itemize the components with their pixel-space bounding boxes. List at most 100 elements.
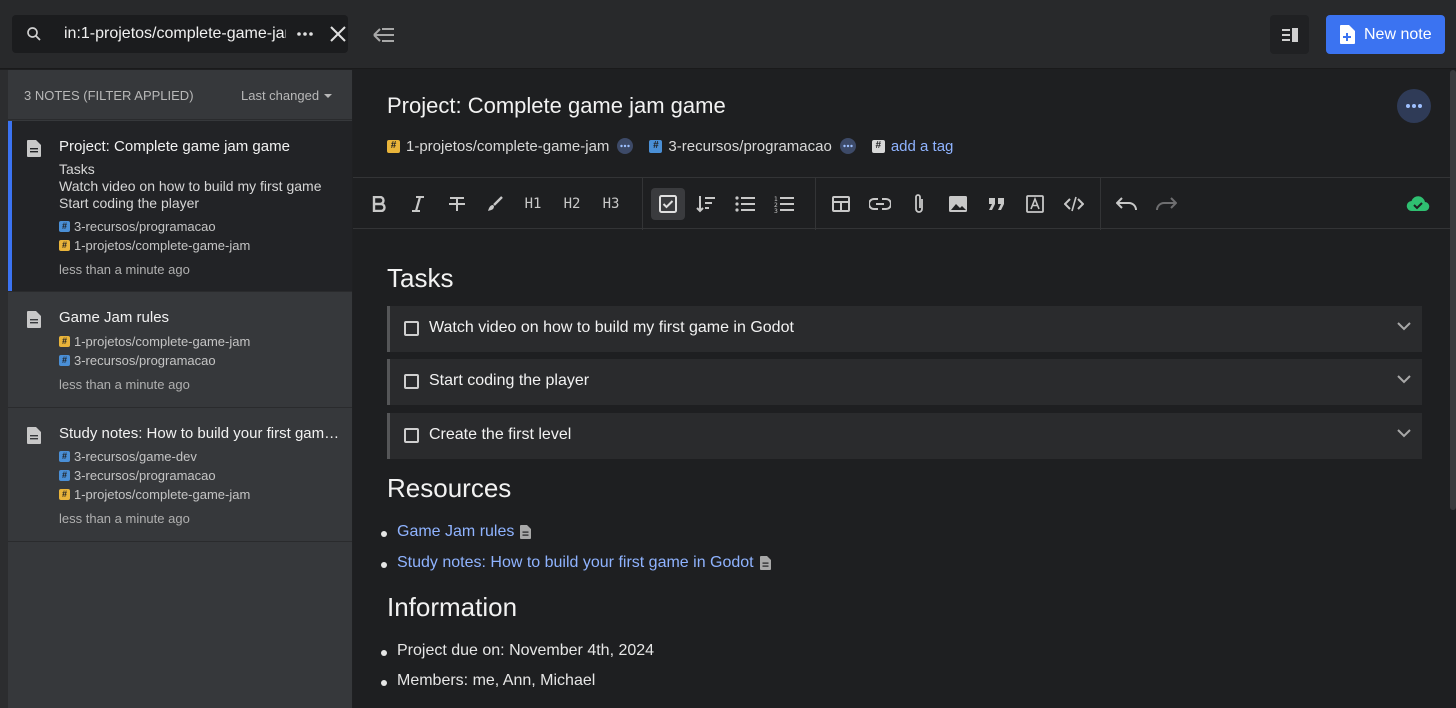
checklist-icon[interactable]: [651, 188, 685, 220]
tag-hash-icon: #: [59, 451, 70, 462]
note-title-field[interactable]: Project: Complete game jam game: [387, 93, 726, 119]
note-preview-line: Start coding the player: [59, 195, 200, 211]
note-list-item[interactable]: Game Jam rules #1-projetos/complete-game…: [8, 292, 352, 408]
note-title: Project: Complete game jam game: [59, 138, 290, 155]
attachment-icon[interactable]: [902, 188, 936, 220]
note-preview-line: Watch video on how to build my first gam…: [59, 178, 322, 194]
search-input[interactable]: in:1-projetos/complete-game-jam: [64, 25, 286, 43]
image-icon[interactable]: [941, 188, 975, 220]
toolbar-divider: [815, 178, 816, 230]
resource-link[interactable]: Game Jam rules: [380, 523, 532, 541]
editor-scrollbar[interactable]: [1450, 70, 1456, 510]
task-label: Start coding the player: [429, 372, 590, 389]
code-icon[interactable]: [1057, 188, 1091, 220]
bold-icon[interactable]: [362, 188, 396, 220]
note-tag: #1-projetos/complete-game-jam: [59, 487, 250, 502]
left-strip: [0, 70, 8, 708]
toolbar-divider: [1100, 178, 1101, 230]
toggle-layout-button[interactable]: [1270, 15, 1309, 54]
note-options-button[interactable]: [1397, 89, 1431, 123]
search-box[interactable]: in:1-projetos/complete-game-jam: [12, 15, 348, 53]
italic-icon[interactable]: [401, 188, 435, 220]
note-list-item[interactable]: Study notes: How to build your first gam…: [8, 408, 352, 542]
search-icon: [25, 25, 43, 48]
tag-options-icon[interactable]: [839, 138, 856, 154]
chevron-down-icon[interactable]: [1396, 318, 1412, 336]
more-options-icon: [1406, 104, 1422, 108]
tasks-heading: Tasks: [387, 263, 454, 293]
tag-hash-icon: #: [649, 139, 663, 153]
chevron-down-icon[interactable]: [1396, 371, 1412, 389]
notes-list-header: 3 NOTES (FILTER APPLIED) Last changed: [8, 70, 352, 120]
task-item[interactable]: Watch video on how to build my first gam…: [387, 306, 1422, 352]
note-editor: Project: Complete game jam game #1-proje…: [353, 70, 1456, 708]
heading-2-button[interactable]: H2: [555, 188, 589, 220]
note-timestamp: less than a minute ago: [59, 377, 190, 392]
note-preview-line: Tasks: [59, 161, 95, 177]
heading-1-button[interactable]: H1: [516, 188, 550, 220]
task-checkbox[interactable]: [404, 428, 419, 443]
heading-3-button[interactable]: H3: [594, 188, 628, 220]
resources-heading: Resources: [387, 473, 512, 503]
document-icon: [27, 427, 41, 449]
top-bar: in:1-projetos/complete-game-jam New note: [0, 0, 1456, 69]
close-icon[interactable]: [328, 24, 348, 44]
table-icon[interactable]: [824, 188, 858, 220]
note-title: Study notes: How to build your first gam…: [59, 425, 343, 442]
add-tag-button[interactable]: # add a tag: [871, 138, 953, 155]
task-checkbox[interactable]: [404, 321, 419, 336]
task-label: Create the first level: [429, 426, 572, 443]
document-icon: [520, 525, 532, 539]
chevron-down-icon[interactable]: [1396, 425, 1412, 443]
note-tags-row: #1-projetos/complete-game-jam #3-recurso…: [387, 136, 961, 156]
note-tag: #1-projetos/complete-game-jam: [59, 238, 250, 253]
note-list-item[interactable]: Project: Complete game jam game Tasks Wa…: [8, 121, 352, 292]
text-box-icon[interactable]: [1018, 188, 1052, 220]
formatting-toolbar: H1 H2 H3 123: [353, 177, 1456, 230]
tag-hash-icon: #: [59, 336, 70, 347]
brush-icon[interactable]: [478, 188, 512, 220]
task-label: Watch video on how to build my first gam…: [429, 319, 794, 336]
link-icon[interactable]: [863, 188, 897, 220]
sort-label: Last changed: [241, 88, 320, 103]
redo-icon[interactable]: [1149, 188, 1183, 220]
note-tag: #3-recursos/programacao: [59, 219, 216, 234]
svg-text:3: 3: [774, 208, 778, 213]
tag-hash-icon: #: [59, 221, 70, 232]
task-checkbox[interactable]: [404, 374, 419, 389]
cloud-synced-icon: [1401, 188, 1435, 220]
more-options-icon[interactable]: [294, 24, 316, 44]
document-icon: [27, 311, 41, 333]
strikethrough-icon[interactable]: [440, 188, 474, 220]
tag-hash-icon: #: [59, 470, 70, 481]
notes-count: 3 NOTES (FILTER APPLIED): [24, 88, 194, 103]
quote-icon[interactable]: [980, 188, 1014, 220]
caret-down-icon: [324, 93, 333, 98]
document-icon: [27, 140, 41, 162]
note-timestamp: less than a minute ago: [59, 511, 190, 526]
sort-dropdown[interactable]: Last changed: [241, 88, 333, 103]
collapse-sidebar-icon[interactable]: [371, 22, 397, 48]
tag-hash-icon: #: [871, 139, 885, 153]
toolbar-divider: [642, 178, 643, 230]
bullet-list-icon[interactable]: [728, 188, 762, 220]
tag-hash-icon: #: [59, 489, 70, 500]
information-heading: Information: [387, 592, 518, 622]
task-item[interactable]: Create the first level: [387, 413, 1422, 459]
sort-lines-icon[interactable]: [689, 188, 723, 220]
tag-options-icon[interactable]: [617, 138, 634, 154]
note-title: Game Jam rules: [59, 309, 170, 326]
task-item[interactable]: Start coding the player: [387, 359, 1422, 405]
layout-icon: [1281, 27, 1298, 42]
new-note-icon: [1339, 25, 1355, 44]
note-tag: #3-recursos/game-dev: [59, 449, 197, 464]
resource-link[interactable]: Study notes: How to build your first gam…: [381, 554, 771, 572]
tag-hash-icon: #: [59, 240, 70, 251]
note-tag: #3-recursos/programacao: [59, 353, 216, 368]
note-tag-chip[interactable]: #1-projetos/complete-game-jam: [387, 138, 609, 155]
note-timestamp: less than a minute ago: [59, 262, 190, 277]
new-note-button[interactable]: New note: [1326, 15, 1445, 54]
note-tag-chip[interactable]: #3-recursos/programacao: [649, 138, 832, 155]
undo-icon[interactable]: [1110, 188, 1144, 220]
numbered-list-icon[interactable]: 123: [767, 188, 801, 220]
